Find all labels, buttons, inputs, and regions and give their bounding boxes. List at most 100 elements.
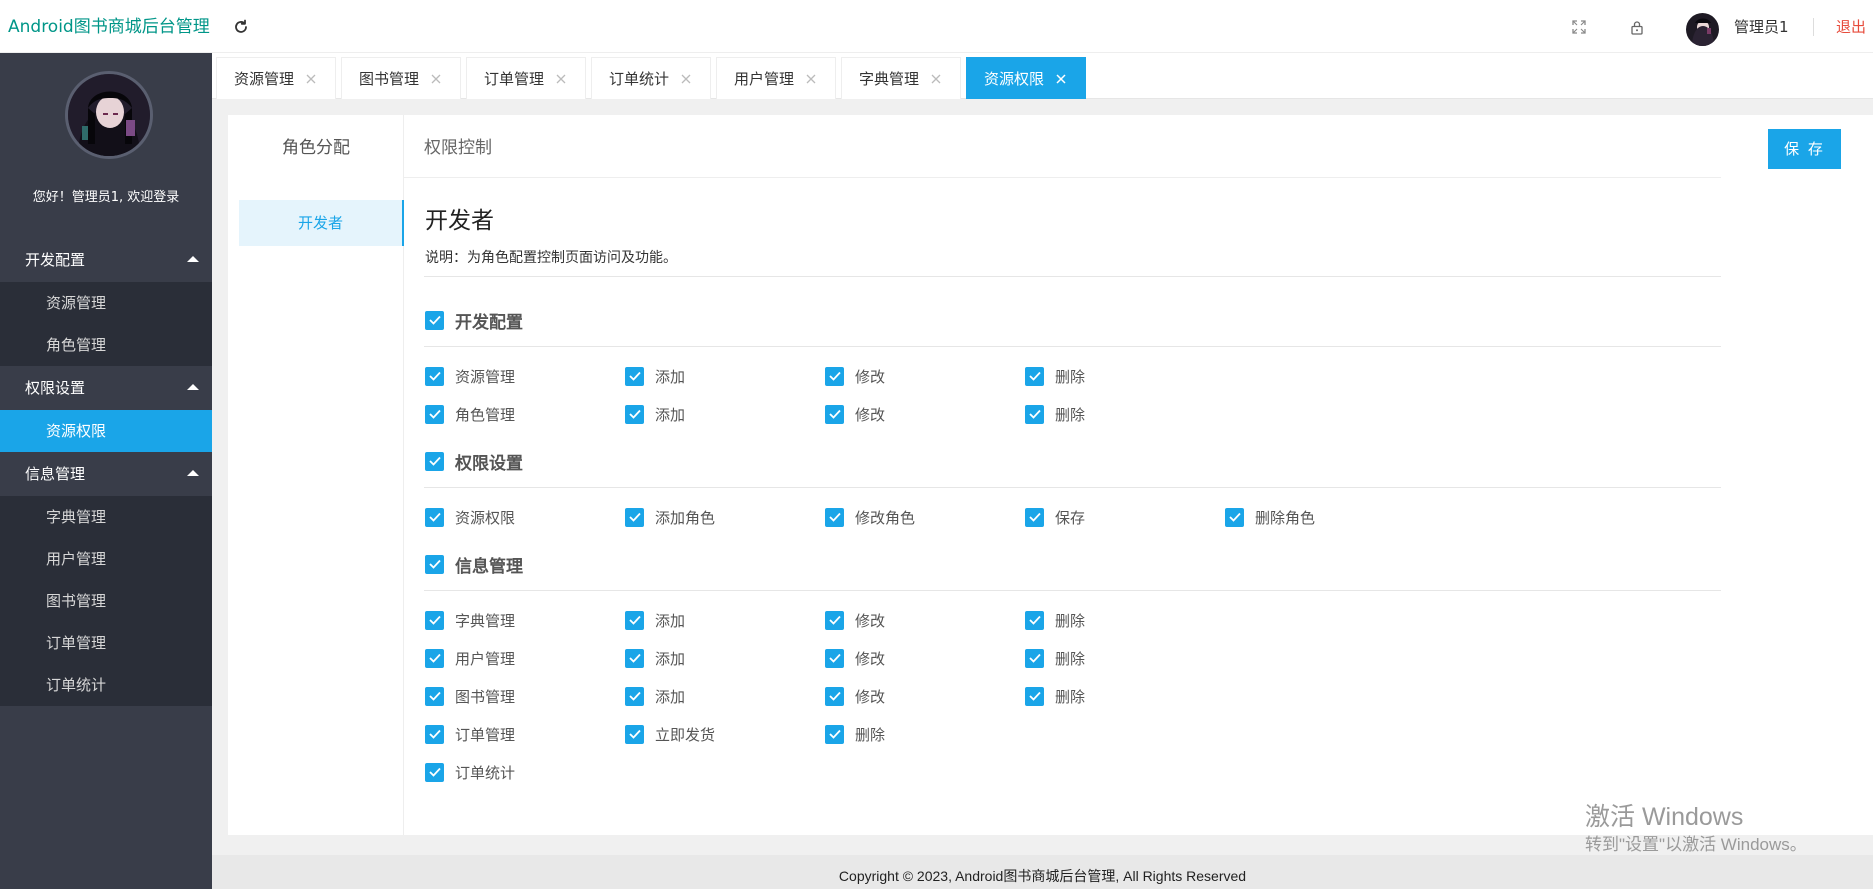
- tab-dictionary-management[interactable]: 字典管理: [841, 57, 961, 99]
- sidebar-item-role-management[interactable]: 角色管理: [0, 324, 212, 366]
- checkbox-checked-icon[interactable]: [625, 610, 644, 630]
- permission-checkbox[interactable]: 字典管理: [425, 609, 515, 631]
- close-icon[interactable]: [680, 73, 692, 85]
- sidebar-item-resource-management[interactable]: 资源管理: [0, 282, 212, 324]
- checkbox-checked-icon[interactable]: [825, 648, 844, 668]
- tab-book-management[interactable]: 图书管理: [341, 57, 461, 99]
- close-icon[interactable]: [430, 73, 442, 85]
- section-header[interactable]: 权限设置: [425, 450, 523, 474]
- checkbox-checked-icon[interactable]: [625, 648, 644, 668]
- sidebar-item-users[interactable]: 用户管理: [0, 538, 212, 580]
- checkbox-checked-icon[interactable]: [1025, 507, 1044, 527]
- tab-user-management[interactable]: 用户管理: [716, 57, 836, 99]
- checkbox-checked-icon[interactable]: [825, 404, 844, 424]
- permission-checkbox[interactable]: 添加: [625, 647, 685, 669]
- checkbox-checked-icon[interactable]: [425, 310, 444, 330]
- checkbox-checked-icon[interactable]: [425, 724, 444, 744]
- checkbox-checked-icon[interactable]: [1025, 648, 1044, 668]
- checkbox-checked-icon[interactable]: [625, 366, 644, 386]
- checkbox-checked-icon[interactable]: [425, 686, 444, 706]
- permission-checkbox[interactable]: 删除角色: [1225, 506, 1315, 528]
- tab-resource-permissions[interactable]: 资源权限: [966, 57, 1086, 99]
- section-header[interactable]: 信息管理: [425, 553, 523, 577]
- permission-checkbox[interactable]: 删除: [825, 723, 885, 745]
- permission-checkbox[interactable]: 删除: [1025, 685, 1085, 707]
- permission-checkbox[interactable]: 添加: [625, 609, 685, 631]
- header-avatar[interactable]: [1686, 13, 1719, 46]
- permission-checkbox[interactable]: 角色管理: [425, 403, 515, 425]
- checkbox-checked-icon[interactable]: [825, 686, 844, 706]
- sidebar-item-dictionary[interactable]: 字典管理: [0, 496, 212, 538]
- checkbox-checked-icon[interactable]: [425, 610, 444, 630]
- menu-group-info-management[interactable]: 信息管理: [0, 452, 212, 496]
- permission-checkbox[interactable]: 订单管理: [425, 723, 515, 745]
- checkbox-checked-icon[interactable]: [625, 724, 644, 744]
- permission-checkbox[interactable]: 修改: [825, 365, 885, 387]
- close-icon[interactable]: [805, 73, 817, 85]
- permission-checkbox[interactable]: 立即发货: [625, 723, 715, 745]
- checkbox-checked-icon[interactable]: [425, 554, 444, 574]
- sidebar-item-books[interactable]: 图书管理: [0, 580, 212, 622]
- tab-label: 字典管理: [859, 70, 920, 88]
- permission-checkbox[interactable]: 删除: [1025, 609, 1085, 631]
- permission-checkbox[interactable]: 资源管理: [425, 365, 515, 387]
- menu-group-permission-settings[interactable]: 权限设置: [0, 366, 212, 410]
- permission-checkbox[interactable]: 添加: [625, 365, 685, 387]
- permission-checkbox[interactable]: 删除: [1025, 647, 1085, 669]
- checkbox-checked-icon[interactable]: [825, 724, 844, 744]
- permission-checkbox[interactable]: 添加角色: [625, 506, 715, 528]
- close-icon[interactable]: [555, 73, 567, 85]
- permission-checkbox[interactable]: 资源权限: [425, 506, 515, 528]
- permission-checkbox[interactable]: 修改: [825, 647, 885, 669]
- permission-checkbox[interactable]: 删除: [1025, 365, 1085, 387]
- app-brand[interactable]: Android图书商城后台管理: [8, 16, 210, 38]
- header-divider: [1813, 18, 1814, 36]
- current-user[interactable]: 管理员1: [1734, 17, 1789, 37]
- checkbox-checked-icon[interactable]: [1025, 404, 1044, 424]
- fullscreen-icon[interactable]: [1568, 16, 1590, 38]
- permission-checkbox[interactable]: 图书管理: [425, 685, 515, 707]
- tab-order-management[interactable]: 订单管理: [466, 57, 586, 99]
- logout-link[interactable]: 退出: [1836, 17, 1866, 37]
- permission-checkbox[interactable]: 修改: [825, 609, 885, 631]
- refresh-icon[interactable]: [230, 16, 252, 38]
- sidebar-item-orders[interactable]: 订单管理: [0, 622, 212, 664]
- checkbox-checked-icon[interactable]: [825, 366, 844, 386]
- lock-icon[interactable]: [1626, 16, 1648, 38]
- checkbox-checked-icon[interactable]: [625, 686, 644, 706]
- role-item-developer[interactable]: 开发者: [239, 200, 404, 246]
- save-button[interactable]: 保 存: [1768, 129, 1841, 169]
- section-header[interactable]: 开发配置: [425, 309, 523, 333]
- checkbox-checked-icon[interactable]: [1025, 366, 1044, 386]
- sidebar-item-resource-permissions[interactable]: 资源权限: [0, 410, 212, 452]
- checkbox-checked-icon[interactable]: [425, 404, 444, 424]
- permission-checkbox[interactable]: 添加: [625, 685, 685, 707]
- permission-checkbox[interactable]: 修改角色: [825, 506, 915, 528]
- close-icon[interactable]: [305, 73, 317, 85]
- checkbox-checked-icon[interactable]: [425, 366, 444, 386]
- checkbox-checked-icon[interactable]: [425, 451, 444, 471]
- tab-resource-management[interactable]: 资源管理: [216, 57, 336, 99]
- checkbox-checked-icon[interactable]: [1225, 507, 1244, 527]
- checkbox-checked-icon[interactable]: [625, 404, 644, 424]
- checkbox-checked-icon[interactable]: [1025, 686, 1044, 706]
- menu-group-dev-config[interactable]: 开发配置: [0, 238, 212, 282]
- close-icon[interactable]: [930, 73, 942, 85]
- checkbox-checked-icon[interactable]: [625, 507, 644, 527]
- checkbox-checked-icon[interactable]: [425, 507, 444, 527]
- permission-checkbox[interactable]: 订单统计: [425, 761, 515, 783]
- tab-order-stats[interactable]: 订单统计: [591, 57, 711, 99]
- permission-checkbox[interactable]: 修改: [825, 685, 885, 707]
- permission-checkbox[interactable]: 用户管理: [425, 647, 515, 669]
- sidebar-item-order-stats[interactable]: 订单统计: [0, 664, 212, 706]
- permission-checkbox[interactable]: 删除: [1025, 403, 1085, 425]
- permission-checkbox[interactable]: 添加: [625, 403, 685, 425]
- checkbox-checked-icon[interactable]: [825, 610, 844, 630]
- checkbox-checked-icon[interactable]: [825, 507, 844, 527]
- checkbox-checked-icon[interactable]: [1025, 610, 1044, 630]
- close-icon[interactable]: [1055, 73, 1067, 85]
- checkbox-checked-icon[interactable]: [425, 762, 444, 782]
- permission-checkbox[interactable]: 保存: [1025, 506, 1085, 528]
- checkbox-checked-icon[interactable]: [425, 648, 444, 668]
- permission-checkbox[interactable]: 修改: [825, 403, 885, 425]
